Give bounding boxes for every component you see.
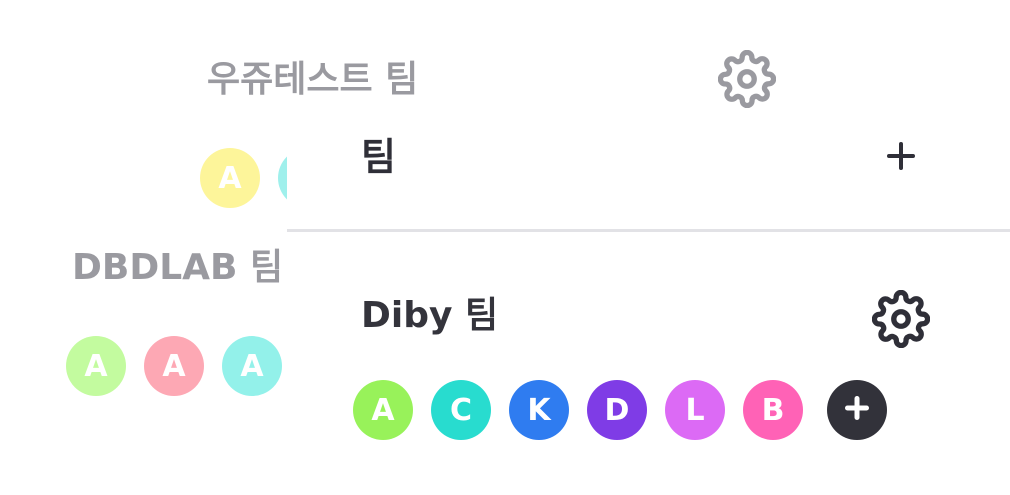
plus-icon	[842, 393, 872, 427]
background-team-title: DBDLAB 팀	[72, 247, 284, 288]
page-title: 팀	[361, 135, 396, 179]
avatar: A	[144, 336, 204, 396]
avatar[interactable]: L	[665, 380, 725, 440]
add-team-button[interactable]	[881, 138, 921, 178]
team-settings-button[interactable]	[871, 289, 931, 349]
panel-header: 팀	[287, 108, 1010, 230]
avatar[interactable]: D	[587, 380, 647, 440]
avatar-initial: C	[449, 392, 473, 428]
avatar-initial: A	[371, 392, 395, 428]
avatar[interactable]: B	[743, 380, 803, 440]
divider	[287, 229, 1010, 232]
avatar-initial: K	[527, 392, 551, 428]
avatar-initial: L	[685, 392, 705, 428]
gear-icon	[871, 289, 931, 352]
avatar-initial: A	[84, 348, 108, 384]
avatar-initial: A	[162, 348, 186, 384]
team-panel: 팀 Diby 팀 A C K D L B	[287, 108, 1010, 495]
team-name: Diby 팀	[361, 295, 499, 336]
avatar-initial: A	[218, 160, 242, 196]
avatar-initial: A	[240, 348, 264, 384]
add-member-button[interactable]	[827, 380, 887, 440]
avatar: A	[200, 148, 260, 208]
avatar: A	[222, 336, 282, 396]
background-team-title: 우쥬테스트 팀	[207, 59, 419, 100]
avatar[interactable]: K	[509, 380, 569, 440]
avatar[interactable]: A	[353, 380, 413, 440]
avatar-initial: B	[761, 392, 785, 428]
member-avatar-list: A C K D L B	[353, 380, 887, 442]
gear-icon	[717, 49, 777, 109]
plus-icon	[884, 139, 918, 177]
avatar: A	[66, 336, 126, 396]
avatar[interactable]: C	[431, 380, 491, 440]
avatar-initial: D	[604, 392, 630, 428]
